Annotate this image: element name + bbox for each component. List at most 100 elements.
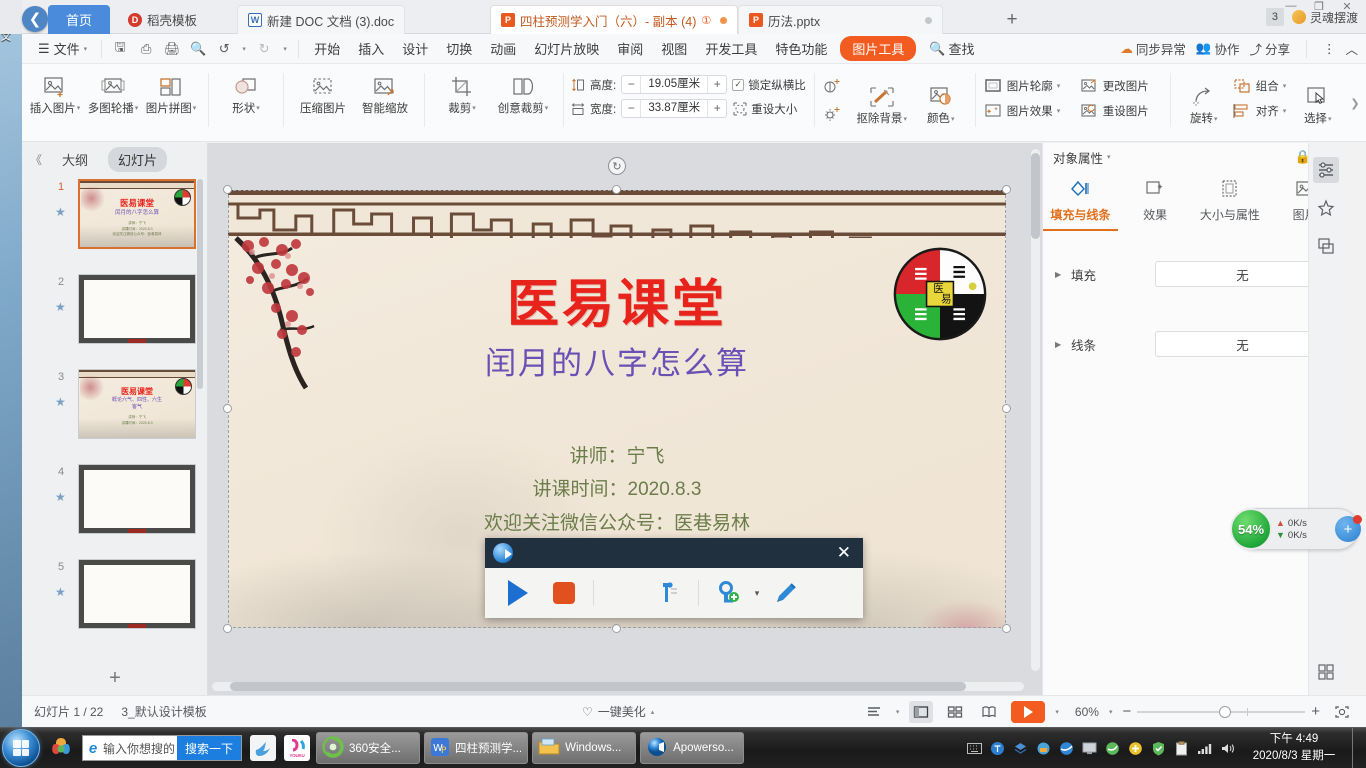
resize-handle-ne[interactable]	[1002, 185, 1011, 194]
height-decrement-button[interactable]: −	[622, 76, 640, 93]
select-button[interactable]: 选择 ▾	[1291, 68, 1345, 134]
tab-doc-document[interactable]: W 新建 DOC 文档 (3).doc	[237, 5, 406, 34]
canvas-vertical-scrollbar[interactable]	[1031, 149, 1040, 671]
taskbar-item-explorer[interactable]: Windows...	[532, 732, 637, 764]
resize-handle-sw[interactable]	[223, 624, 232, 633]
menu-item-insert[interactable]: 插入	[349, 36, 393, 61]
beautify-button[interactable]: ♡ 一键美化 ▴	[582, 703, 654, 720]
rotate-button[interactable]: 旋转 ▾	[1179, 68, 1229, 134]
back-button[interactable]: ❮	[22, 6, 48, 32]
menu-item-design[interactable]: 设计	[393, 36, 437, 61]
tab-effects[interactable]: 效果	[1118, 177, 1193, 231]
new-tab-button[interactable]: +	[1000, 8, 1024, 32]
more-options-button[interactable]: ⋮	[1323, 41, 1336, 56]
collapse-ribbon-button[interactable]: ︿	[1345, 39, 1358, 58]
ime-icon[interactable]	[989, 740, 1006, 757]
taskbar-clock[interactable]: 下午 4:49 2020/8/3 星期一	[1242, 731, 1346, 766]
bird-icon[interactable]	[246, 731, 280, 765]
animation-star-icon[interactable]	[1313, 195, 1339, 221]
share-button[interactable]: ⤴ 分享	[1249, 39, 1290, 58]
taskbar-item-360[interactable]: 360安全...	[316, 732, 420, 764]
guard-icon[interactable]	[1035, 740, 1052, 757]
height-increment-button[interactable]: +	[708, 76, 726, 93]
layers-icon[interactable]	[1012, 740, 1029, 757]
menu-item-picture-tools[interactable]: 图片工具	[840, 36, 917, 61]
network-speed-widget[interactable]: 54% ▲ 0K/s ▼ 0K/s +	[1230, 508, 1362, 550]
slideshow-dropdown-caret[interactable]: ▾	[1055, 708, 1059, 716]
slide-subtitle[interactable]: 闰月的八字怎么算	[228, 338, 1006, 383]
menu-item-view[interactable]: 视图	[652, 36, 696, 61]
ribbon-scroll-right-button[interactable]: ❯	[1348, 64, 1362, 142]
align-button[interactable]: 对齐 ▾	[1232, 102, 1288, 120]
contrast-increase-button[interactable]	[822, 105, 842, 123]
lock-aspect-ratio-checkbox[interactable]: ✓ 锁定纵横比	[732, 77, 806, 93]
tab-docer-template[interactable]: D 稻壳模板	[118, 5, 207, 34]
start-slideshow-button[interactable]	[1011, 700, 1046, 723]
show-desktop-button[interactable]	[1352, 727, 1360, 768]
menu-item-transition[interactable]: 切换	[437, 36, 481, 61]
picture-collage-button[interactable]: 图片拼图 ▾	[142, 68, 200, 134]
collaborate-button[interactable]: 👥 协作	[1196, 39, 1240, 58]
brightness-increase-button[interactable]	[822, 77, 842, 95]
slide-sorter-icon[interactable]	[943, 701, 967, 723]
view-dropdown-caret[interactable]: ▾	[896, 708, 900, 716]
watermark-dropdown-caret[interactable]: ▾	[751, 588, 763, 599]
normal-view-icon[interactable]	[909, 700, 934, 723]
template-name[interactable]: 3_默认设计模板	[121, 703, 206, 720]
shapes-button[interactable]: 形状 ▾	[217, 68, 275, 134]
collapse-panel-button[interactable]: 《	[30, 151, 42, 168]
zoom-slider[interactable]: − +	[1122, 703, 1320, 720]
resize-handle-s[interactable]	[612, 624, 621, 633]
close-button[interactable]: ✕	[1334, 0, 1360, 14]
color-button[interactable]: 颜色 ▾	[915, 68, 967, 134]
list-item[interactable]: 5 ★	[22, 557, 208, 652]
group-button[interactable]: 组合 ▾	[1232, 77, 1288, 95]
recorder-titlebar[interactable]: ✕	[485, 538, 863, 568]
reset-picture-button[interactable]: 重设图片	[1079, 102, 1163, 120]
taskbar-item-wps-ppt[interactable]: WP 四柱预测学...	[424, 732, 529, 764]
memory-usage-indicator[interactable]: 54%	[1230, 508, 1272, 550]
add-slide-button[interactable]: +	[22, 663, 208, 693]
network-icon[interactable]	[1196, 740, 1213, 757]
resize-handle-nw[interactable]	[223, 185, 232, 194]
menu-item-find[interactable]: 🔍 查找	[920, 36, 983, 61]
remove-background-button[interactable]: 抠除背景 ▾	[849, 68, 915, 134]
list-item[interactable]: 2 ★	[22, 272, 208, 367]
slide-thumbnail[interactable]	[78, 559, 196, 629]
close-icon[interactable]: ✕	[833, 543, 855, 563]
compress-picture-button[interactable]: 压缩图片	[292, 68, 354, 134]
zoom-knob[interactable]	[1219, 705, 1232, 718]
sidebar-scrollbar[interactable]	[197, 179, 203, 389]
tab-size-and-properties[interactable]: 大小与属性	[1193, 177, 1268, 231]
sync-status-button[interactable]: ☁ 同步异常	[1120, 39, 1186, 58]
tab-close-dot[interactable]	[925, 16, 933, 24]
shield-icon[interactable]	[1150, 740, 1167, 757]
undo-icon[interactable]: ↺	[212, 38, 236, 60]
change-picture-button[interactable]: 更改图片	[1079, 77, 1163, 95]
file-menu-button[interactable]: ☰ 文件 ▾	[30, 39, 95, 58]
properties-panel-icon[interactable]	[1312, 157, 1339, 183]
green-icon[interactable]	[1104, 740, 1121, 757]
menu-item-slideshow[interactable]: 幻灯片放映	[525, 36, 608, 61]
width-increment-button[interactable]: +	[708, 100, 726, 117]
slide-thumbnail[interactable]	[78, 274, 196, 344]
smart-scale-button[interactable]: 智能缩放	[354, 68, 416, 134]
resize-handle-w[interactable]	[223, 404, 232, 413]
reset-size-button[interactable]: 重设大小	[732, 101, 797, 117]
canvas-horizontal-scrollbar[interactable]	[212, 682, 1024, 691]
add-watermark-button[interactable]	[705, 571, 751, 615]
minimize-button[interactable]: —	[1278, 0, 1304, 14]
zoom-dropdown-caret[interactable]: ▾	[1109, 708, 1113, 716]
fill-select[interactable]: 无 ▾	[1155, 261, 1330, 287]
start-orb-icon[interactable]	[2, 729, 40, 767]
resize-handle-e[interactable]	[1002, 404, 1011, 413]
search-input[interactable]: 输入你想搜的	[103, 740, 177, 757]
slide-thumbnail[interactable]: 医易课堂 闰月的八字怎么算 讲师：宁飞讲课时间：2020.8.3欢迎关注微信公众…	[78, 179, 196, 249]
tab-calendar-presentation[interactable]: P 历法.pptx	[738, 5, 944, 34]
selection-pane-icon[interactable]	[1313, 233, 1339, 259]
scrollbar-thumb[interactable]	[230, 682, 966, 691]
plus-icon[interactable]	[1127, 740, 1144, 757]
slide-info-block[interactable]: 讲师：宁飞 讲课时间：2020.8.3 欢迎关注微信公众号：医巷易林	[228, 440, 1006, 540]
tab-home[interactable]: 首页	[48, 5, 110, 34]
menu-item-review[interactable]: 审阅	[608, 36, 652, 61]
